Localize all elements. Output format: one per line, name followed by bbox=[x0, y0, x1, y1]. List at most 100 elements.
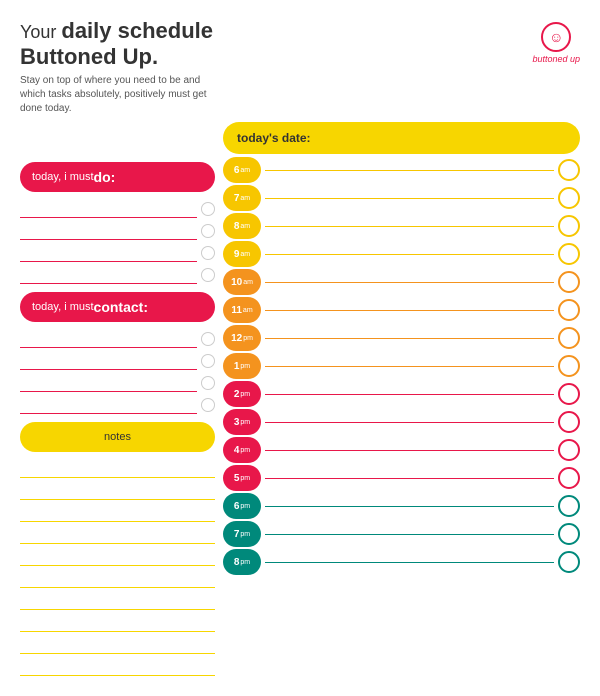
title-line1: Your daily schedule bbox=[20, 18, 220, 44]
schedule-end-circle[interactable] bbox=[558, 551, 580, 573]
schedule-line bbox=[265, 366, 554, 367]
time-bubble: 9am bbox=[223, 241, 261, 267]
notes-input-6[interactable] bbox=[20, 570, 215, 588]
do-checkbox-3[interactable] bbox=[201, 246, 215, 260]
schedule-row: 7am bbox=[223, 184, 580, 212]
logo-icon: ☺ bbox=[541, 22, 571, 52]
schedule-end-circle[interactable] bbox=[558, 495, 580, 517]
notes-line-row bbox=[20, 590, 215, 612]
notes-input-5[interactable] bbox=[20, 548, 215, 566]
notes-input-2[interactable] bbox=[20, 482, 215, 500]
do-checkbox-4[interactable] bbox=[201, 268, 215, 282]
notes-line-row bbox=[20, 480, 215, 502]
notes-input-10[interactable] bbox=[20, 658, 215, 676]
schedule-line bbox=[265, 338, 554, 339]
contact-line-row bbox=[20, 328, 215, 350]
contact-checkbox-4[interactable] bbox=[201, 398, 215, 412]
title-bold: daily schedule bbox=[61, 18, 213, 43]
schedule-end-circle[interactable] bbox=[558, 355, 580, 377]
schedule-end-circle[interactable] bbox=[558, 243, 580, 265]
contact-checkbox-2[interactable] bbox=[201, 354, 215, 368]
do-input-4[interactable] bbox=[20, 266, 197, 284]
contact-line-row bbox=[20, 350, 215, 372]
notes-input-1[interactable] bbox=[20, 460, 215, 478]
schedule-row: 12pm bbox=[223, 324, 580, 352]
notes-input-7[interactable] bbox=[20, 592, 215, 610]
notes-input-9[interactable] bbox=[20, 636, 215, 654]
notes-input-3[interactable] bbox=[20, 504, 215, 522]
schedule-line bbox=[265, 226, 554, 227]
logo-block: ☺ buttoned up bbox=[532, 22, 580, 64]
schedule-end-circle[interactable] bbox=[558, 383, 580, 405]
time-bubble: 4pm bbox=[223, 437, 261, 463]
time-bubble: 6am bbox=[223, 157, 261, 183]
contact-input-1[interactable] bbox=[20, 330, 197, 348]
do-input-1[interactable] bbox=[20, 200, 197, 218]
contact-checkbox-3[interactable] bbox=[201, 376, 215, 390]
schedule-line bbox=[265, 534, 554, 535]
time-bubble: 5pm bbox=[223, 465, 261, 491]
schedule-end-circle[interactable] bbox=[558, 299, 580, 321]
notes-line-row bbox=[20, 634, 215, 656]
time-bubble: 10am bbox=[223, 269, 261, 295]
schedule-end-circle[interactable] bbox=[558, 439, 580, 461]
notes-line-row bbox=[20, 568, 215, 590]
schedule-row: 1pm bbox=[223, 352, 580, 380]
schedule-end-circle[interactable] bbox=[558, 327, 580, 349]
right-column: today's date: 6am 7am 8am 9am bbox=[223, 122, 580, 678]
schedule-line bbox=[265, 506, 554, 507]
contact-label-regular: today, i must bbox=[32, 301, 94, 313]
schedule-end-circle[interactable] bbox=[558, 159, 580, 181]
do-input-2[interactable] bbox=[20, 222, 197, 240]
contact-input-2[interactable] bbox=[20, 352, 197, 370]
contact-line-row bbox=[20, 372, 215, 394]
notes-line-row bbox=[20, 502, 215, 524]
do-input-lines bbox=[20, 198, 215, 286]
time-bubble: 11am bbox=[223, 297, 261, 323]
do-line-row bbox=[20, 220, 215, 242]
time-bubble: 8pm bbox=[223, 549, 261, 575]
time-bubble: 7am bbox=[223, 185, 261, 211]
do-input-3[interactable] bbox=[20, 244, 197, 262]
do-checkbox-1[interactable] bbox=[201, 202, 215, 216]
left-spacer bbox=[20, 122, 215, 154]
schedule-row: 9am bbox=[223, 240, 580, 268]
schedule-line bbox=[265, 422, 554, 423]
schedule-line bbox=[265, 170, 554, 171]
time-bubble: 12pm bbox=[223, 325, 261, 351]
schedule-rows: 6am 7am 8am 9am 10am bbox=[223, 156, 580, 576]
do-checkbox-2[interactable] bbox=[201, 224, 215, 238]
schedule-row: 3pm bbox=[223, 408, 580, 436]
do-label-regular: today, i must bbox=[32, 171, 94, 183]
contact-label-bold: contact: bbox=[94, 299, 148, 315]
schedule-row: 8pm bbox=[223, 548, 580, 576]
notes-input-lines bbox=[20, 458, 215, 678]
schedule-row: 5pm bbox=[223, 464, 580, 492]
notes-line-row bbox=[20, 612, 215, 634]
schedule-line bbox=[265, 198, 554, 199]
do-line-row bbox=[20, 264, 215, 286]
contact-checkbox-1[interactable] bbox=[201, 332, 215, 346]
schedule-line bbox=[265, 394, 554, 395]
schedule-end-circle[interactable] bbox=[558, 523, 580, 545]
contact-input-3[interactable] bbox=[20, 374, 197, 392]
header: Your daily schedule Buttoned Up. Stay on… bbox=[20, 18, 580, 116]
time-bubble: 2pm bbox=[223, 381, 261, 407]
schedule-end-circle[interactable] bbox=[558, 271, 580, 293]
contact-input-lines bbox=[20, 328, 215, 416]
schedule-end-circle[interactable] bbox=[558, 411, 580, 433]
contact-input-4[interactable] bbox=[20, 396, 197, 414]
notes-input-8[interactable] bbox=[20, 614, 215, 632]
schedule-line bbox=[265, 254, 554, 255]
schedule-end-circle[interactable] bbox=[558, 187, 580, 209]
time-bubble: 1pm bbox=[223, 353, 261, 379]
contact-section-label: today, i must contact: bbox=[20, 292, 215, 322]
notes-input-4[interactable] bbox=[20, 526, 215, 544]
schedule-end-circle[interactable] bbox=[558, 467, 580, 489]
schedule-row: 6am bbox=[223, 156, 580, 184]
do-line-row bbox=[20, 198, 215, 220]
do-line-row bbox=[20, 242, 215, 264]
schedule-end-circle[interactable] bbox=[558, 215, 580, 237]
left-column: today, i must do: today, i must contact: bbox=[20, 122, 215, 678]
notes-line-row bbox=[20, 656, 215, 678]
